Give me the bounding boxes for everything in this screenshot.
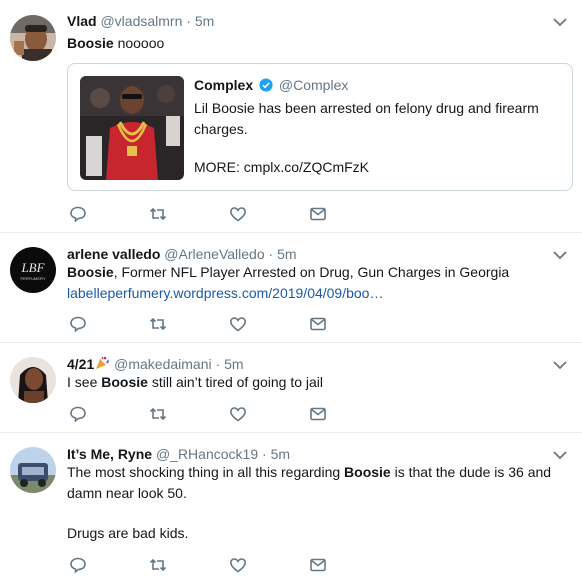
quoted-tweet-card[interactable]: Complex @Complex Lil Boosie has been arr… <box>67 63 573 191</box>
like-button[interactable] <box>228 204 248 224</box>
separator-dot: · <box>268 246 274 262</box>
quoted-author-name[interactable]: Complex <box>194 77 253 93</box>
retweet-icon <box>149 558 167 572</box>
quoted-tweet-header: Complex @Complex <box>194 76 348 94</box>
tweet-text-line: Drugs are bad kids. <box>67 525 189 541</box>
message-icon <box>310 207 326 221</box>
keyword-highlight: Boosie <box>344 464 391 480</box>
quoted-tweet-image <box>80 76 184 180</box>
avatar-text: PERFUMERY <box>20 276 45 281</box>
tweet[interactable]: Vlad @vladsalmrn · 5m Boosie nooooo Comp… <box>0 0 582 233</box>
message-button[interactable] <box>308 314 328 334</box>
party-popper-icon <box>96 356 110 369</box>
tweet-text-rest: nooooo <box>113 35 165 51</box>
tweet[interactable]: It’s Me, Ryne @_RHancock19 · 5m The most… <box>0 433 582 584</box>
tweet[interactable]: LBF PERFUMERY arlene valledo @ArleneVall… <box>0 233 582 343</box>
short-link[interactable]: cmplx.co/ZQCmFzK <box>244 159 369 175</box>
timestamp[interactable]: 5m <box>224 356 243 372</box>
tweet-header: Vlad @vladsalmrn · 5m <box>67 12 214 30</box>
retweet-icon <box>149 407 167 421</box>
retweet-button[interactable] <box>148 204 168 224</box>
like-button[interactable] <box>228 555 248 575</box>
author-handle[interactable]: @ArleneValledo <box>164 246 264 262</box>
tweet-text: The most shocking thing in all this rega… <box>67 462 551 482</box>
tweet-actions <box>68 555 338 575</box>
separator-dot: · <box>186 13 191 29</box>
reply-icon <box>70 316 86 333</box>
timestamp[interactable]: 5m <box>277 246 296 262</box>
tweet-text-rest: is that the dude is 36 and <box>390 464 552 480</box>
quoted-author-handle[interactable]: @Complex <box>279 77 348 93</box>
like-icon <box>229 558 247 573</box>
message-button[interactable] <box>308 404 328 424</box>
reply-icon <box>70 557 86 574</box>
like-icon <box>229 207 247 222</box>
tweet[interactable]: 4/21 @makedaimani · 5m I see Boosie stil… <box>0 343 582 433</box>
reply-button[interactable] <box>68 404 88 424</box>
reply-icon <box>70 406 86 423</box>
author-name[interactable]: Vlad <box>67 13 97 29</box>
keyword-highlight: Boosie <box>67 264 114 280</box>
verified-badge-icon <box>259 78 273 92</box>
author-name[interactable]: 4/21 <box>67 356 94 372</box>
like-button[interactable] <box>228 404 248 424</box>
tweet-header: It’s Me, Ryne @_RHancock19 · 5m <box>67 445 290 463</box>
tweet-actions <box>68 204 338 224</box>
author-name[interactable]: arlene valledo <box>67 246 160 262</box>
separator-dot: · <box>215 356 221 372</box>
tweet-text-rest: , Former NFL Player Arrested on Drug, Gu… <box>113 264 510 280</box>
keyword-highlight: Boosie <box>101 374 148 390</box>
tweet-text: Boosie nooooo <box>67 33 164 53</box>
tweet-text-rest: still ain’t tired of going to jail <box>147 374 324 390</box>
avatar[interactable] <box>10 15 56 61</box>
reply-button[interactable] <box>68 204 88 224</box>
like-button[interactable] <box>228 314 248 334</box>
like-icon <box>229 407 247 422</box>
tweet-text-pre: I see <box>67 374 102 390</box>
reply-button[interactable] <box>68 555 88 575</box>
retweet-button[interactable] <box>148 314 168 334</box>
message-icon <box>310 558 326 572</box>
chevron-down-icon[interactable] <box>552 449 568 461</box>
retweet-button[interactable] <box>148 555 168 575</box>
retweet-icon <box>149 207 167 221</box>
timestamp[interactable]: 5m <box>271 446 290 462</box>
tweet-header: arlene valledo @ArleneValledo · 5m <box>67 245 297 263</box>
more-prefix: MORE: <box>194 159 244 175</box>
avatar[interactable] <box>10 447 56 493</box>
keyword-highlight: Boosie <box>67 35 114 51</box>
retweet-button[interactable] <box>148 404 168 424</box>
tweet-link[interactable]: labelleperfumery.wordpress.com/2019/04/0… <box>67 283 383 303</box>
message-button[interactable] <box>308 555 328 575</box>
message-icon <box>310 407 326 421</box>
tweet-text-pre: The most shocking thing in all this rega… <box>67 464 345 480</box>
quoted-tweet-more: MORE: cmplx.co/ZQCmFzK <box>194 157 369 178</box>
tweet-text-line: damn near look 50. <box>67 485 187 501</box>
tweet-actions <box>68 314 338 334</box>
timestamp[interactable]: 5m <box>195 13 214 29</box>
separator-dot: · <box>262 446 267 462</box>
avatar[interactable] <box>10 357 56 403</box>
chevron-down-icon[interactable] <box>552 359 568 371</box>
author-handle[interactable]: @vladsalmrn <box>100 13 182 29</box>
author-handle[interactable]: @_RHancock19 <box>156 446 258 462</box>
message-button[interactable] <box>308 204 328 224</box>
reply-button[interactable] <box>68 314 88 334</box>
tweet-text: Boosie, Former NFL Player Arrested on Dr… <box>67 262 509 282</box>
chevron-down-icon[interactable] <box>552 16 568 28</box>
author-name[interactable]: It’s Me, Ryne <box>67 446 152 462</box>
message-icon <box>310 317 326 331</box>
tweet-text: I see Boosie still ain’t tired of going … <box>67 372 323 392</box>
chevron-down-icon[interactable] <box>552 249 568 261</box>
tweet-actions <box>68 404 338 424</box>
quoted-tweet-text: Lil Boosie has been arrested on felony d… <box>194 100 539 137</box>
svg-text:LBF: LBF <box>20 260 45 275</box>
tweet-header: 4/21 @makedaimani · 5m <box>67 355 244 373</box>
reply-icon <box>70 206 86 223</box>
like-icon <box>229 317 247 332</box>
author-handle[interactable]: @makedaimani <box>114 356 211 372</box>
avatar[interactable]: LBF PERFUMERY <box>10 247 56 293</box>
retweet-icon <box>149 317 167 331</box>
